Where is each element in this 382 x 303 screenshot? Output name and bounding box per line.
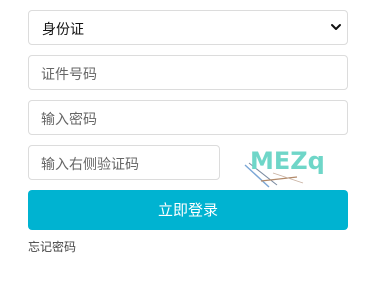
id-type-value: 身份证 [42, 22, 84, 38]
captcha-input[interactable]: 输入右侧验证码 [28, 145, 220, 180]
captcha-placeholder: 输入右侧验证码 [41, 157, 139, 173]
password-placeholder: 输入密码 [41, 112, 97, 128]
chevron-down-icon [331, 24, 341, 30]
captcha-text: MEZq [250, 147, 325, 175]
forgot-password-link[interactable]: 忘记密码 [28, 238, 76, 255]
id-number-placeholder: 证件号码 [41, 67, 97, 83]
login-button[interactable]: 立即登录 [28, 190, 348, 230]
id-number-input[interactable]: 证件号码 [28, 55, 348, 90]
password-input[interactable]: 输入密码 [28, 100, 348, 135]
id-type-select[interactable]: 身份证 [28, 10, 348, 45]
captcha-image[interactable]: MEZq [233, 143, 333, 188]
